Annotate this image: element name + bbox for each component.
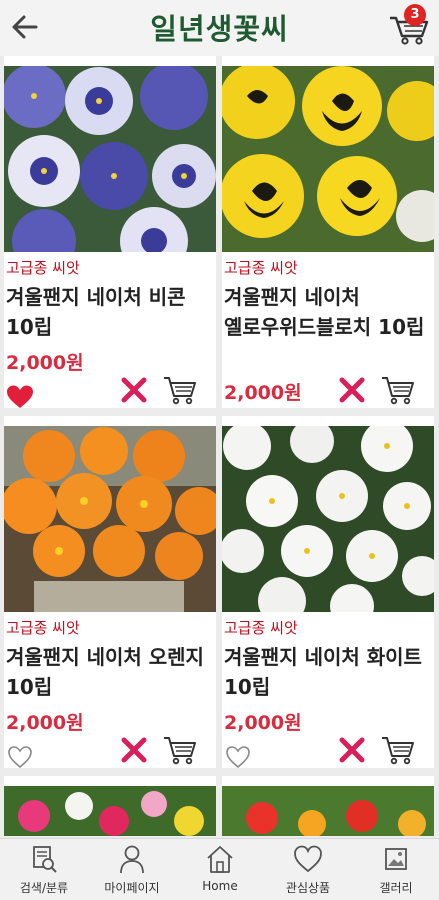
remove-icon[interactable] xyxy=(120,376,148,404)
heart-outline-icon[interactable] xyxy=(224,744,252,770)
product-price: 2,000원 xyxy=(6,712,84,734)
product-price: 2,000원 xyxy=(224,712,302,734)
nav-label: 갤러리 xyxy=(379,881,413,895)
product-grid: 고급종 씨앗 겨울팬지 네이처 비콘 10립 2,000원 고급종 씨앗 겨울팬… xyxy=(0,56,439,836)
remove-icon[interactable] xyxy=(338,376,366,404)
add-to-cart-icon[interactable] xyxy=(380,732,416,766)
add-to-cart-icon[interactable] xyxy=(162,372,198,406)
product-card[interactable]: 고급종 씨앗 겨울팬지 네이처 오렌지 10립 2,000원 xyxy=(4,416,216,770)
top-bar: 일년생꽃씨 3 xyxy=(0,0,439,56)
product-price: 2,000원 xyxy=(224,382,302,404)
nav-label: 검색/분류 xyxy=(19,881,69,895)
product-tag: 고급종 씨앗 xyxy=(224,619,298,637)
home-icon xyxy=(207,846,233,873)
page-title: 일년생꽃씨 xyxy=(150,12,289,46)
product-name[interactable]: 겨울팬지 네이처 오렌지 10립 xyxy=(6,642,216,702)
product-price: 2,000원 xyxy=(6,352,84,374)
cart-count-badge: 3 xyxy=(404,4,426,26)
remove-icon[interactable] xyxy=(338,736,366,764)
product-card[interactable]: 고급종 씨앗 겨울팬지 네이처 화이트 10립 2,000원 xyxy=(222,416,434,770)
product-image[interactable] xyxy=(222,786,434,836)
nav-label: Home xyxy=(202,879,238,893)
product-card[interactable] xyxy=(222,776,434,836)
add-to-cart-icon[interactable] xyxy=(380,372,416,406)
nav-home[interactable]: Home xyxy=(176,839,264,900)
gallery-icon xyxy=(385,848,407,870)
product-image[interactable] xyxy=(4,426,216,612)
bottom-nav: 검색/분류 마이페이지 Home 관심상품 갤러리 xyxy=(0,838,439,900)
remove-icon[interactable] xyxy=(120,736,148,764)
product-name[interactable]: 겨울팬지 네이처 비콘 10립 xyxy=(6,282,216,342)
product-name[interactable]: 겨울팬지 네이처 옐로우위드블로치 10립 xyxy=(224,282,434,342)
app-screen: 일년생꽃씨 3 고급종 씨앗 겨울팬지 네이처 비콘 10립 2,000원 고급… xyxy=(0,0,439,900)
product-card[interactable]: 고급종 씨앗 겨울팬지 네이처 옐로우위드블로치 10립 2,000원 xyxy=(222,56,434,408)
search-category-icon xyxy=(33,846,57,873)
heart-filled-icon[interactable] xyxy=(6,384,34,410)
product-card[interactable]: 고급종 씨앗 겨울팬지 네이처 비콘 10립 2,000원 xyxy=(4,56,216,408)
product-card[interactable] xyxy=(4,776,216,836)
product-image[interactable] xyxy=(4,786,216,836)
product-image[interactable] xyxy=(4,66,216,252)
nav-search-category[interactable]: 검색/분류 xyxy=(0,839,88,900)
person-icon xyxy=(120,845,144,874)
product-tag: 고급종 씨앗 xyxy=(6,259,80,277)
product-image[interactable] xyxy=(222,66,434,252)
product-tag: 고급종 씨앗 xyxy=(224,259,298,277)
product-tag: 고급종 씨앗 xyxy=(6,619,80,637)
nav-label: 관심상품 xyxy=(285,881,331,895)
heart-outline-icon[interactable] xyxy=(6,744,34,770)
nav-gallery[interactable]: 갤러리 xyxy=(352,839,439,900)
nav-wishlist[interactable]: 관심상품 xyxy=(264,839,352,900)
product-image[interactable] xyxy=(222,426,434,612)
heart-icon xyxy=(294,845,322,873)
nav-mypage[interactable]: 마이페이지 xyxy=(88,839,176,900)
product-name[interactable]: 겨울팬지 네이처 화이트 10립 xyxy=(224,642,434,702)
nav-label: 마이페이지 xyxy=(104,881,160,895)
add-to-cart-icon[interactable] xyxy=(162,732,198,766)
